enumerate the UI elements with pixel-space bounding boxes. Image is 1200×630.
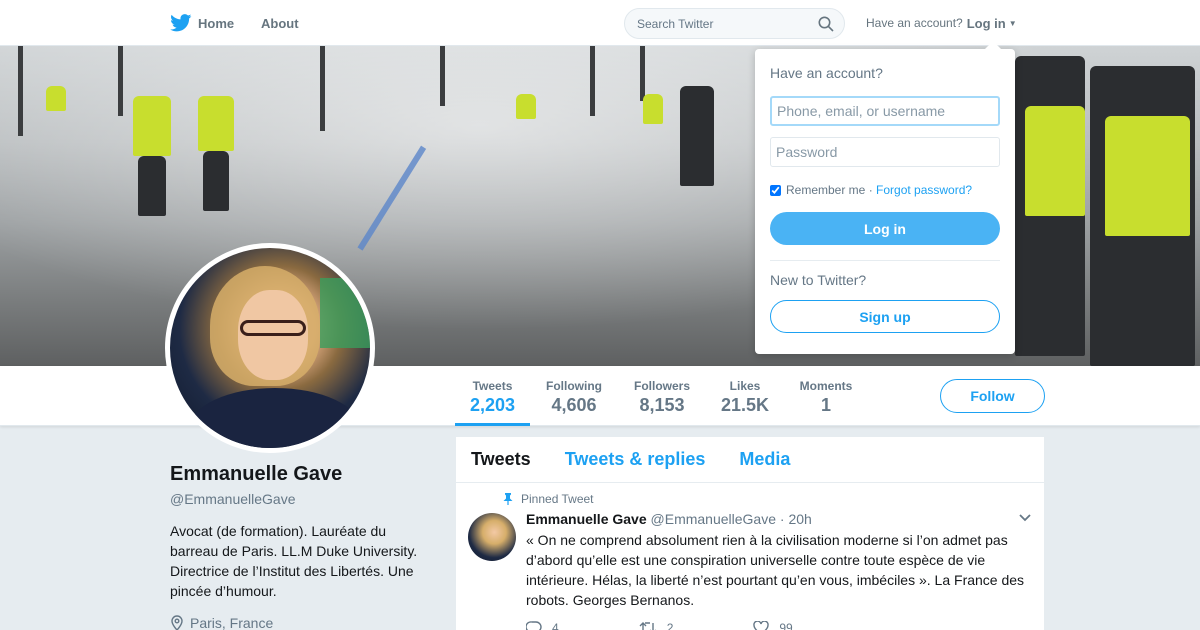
pinned-label: Pinned Tweet (521, 492, 594, 506)
tweet-avatar[interactable] (468, 513, 516, 561)
like-action[interactable]: 99 (753, 621, 832, 630)
signup-button[interactable]: Sign up (770, 300, 1000, 333)
profile-location: Paris, France (170, 615, 273, 630)
remember-label[interactable]: Remember me (786, 183, 865, 197)
stat-label: Likes (729, 379, 761, 393)
search-box[interactable] (624, 8, 845, 39)
dropdown-title: Have an account? (770, 65, 883, 81)
pinned-indicator: Pinned Tweet (503, 492, 594, 506)
stat-value: 21.5K (720, 395, 770, 415)
tweet-time[interactable]: · 20h (780, 511, 812, 527)
profile-name[interactable]: Emmanuelle Gave (170, 463, 342, 486)
stat-tweets[interactable]: Tweets 2,203 (455, 366, 530, 426)
stat-label: Following (546, 379, 602, 393)
retweet-icon (639, 622, 656, 630)
login-button[interactable]: Log in (770, 212, 1000, 245)
nav-about[interactable]: About (261, 0, 299, 46)
reply-action[interactable]: 4 (526, 621, 599, 630)
tweet[interactable]: Pinned Tweet Emmanuelle Gave @Emmanuelle… (456, 483, 1044, 630)
stat-followers[interactable]: Followers 8,153 (626, 366, 698, 426)
new-to-twitter-label: New to Twitter? (770, 272, 867, 288)
stat-likes[interactable]: Likes 21.5K (712, 366, 778, 426)
caret-down-icon[interactable]: ▼ (1009, 19, 1017, 28)
twitter-bird-icon (170, 14, 192, 32)
follow-button[interactable]: Follow (940, 379, 1045, 413)
divider (770, 260, 1000, 261)
tab-tweets-replies[interactable]: Tweets & replies (565, 449, 706, 470)
timeline-tabs: Tweets Tweets & replies Media (456, 437, 1044, 483)
reply-icon (526, 621, 542, 630)
search-input[interactable] (637, 16, 807, 31)
stat-label: Moments (799, 379, 853, 393)
forgot-password-link[interactable]: Forgot password? (876, 183, 972, 197)
account-menu[interactable]: Have an account? Log in ▼ (866, 0, 1017, 46)
login-link[interactable]: Log in (967, 16, 1006, 31)
location-pin-icon (171, 615, 183, 630)
reply-count: 4 (552, 621, 559, 630)
stat-value: 2,203 (469, 395, 516, 415)
separator-dot: · (865, 183, 877, 197)
remember-row: Remember me · Forgot password? (770, 183, 972, 197)
account-prompt: Have an account? (866, 16, 963, 30)
stat-label: Followers (633, 379, 690, 393)
tab-media[interactable]: Media (739, 449, 790, 470)
chevron-down-icon[interactable] (1018, 513, 1032, 523)
tweet-header: Emmanuelle Gave @EmmanuelleGave · 20h (526, 511, 812, 527)
nav-home[interactable]: Home (170, 0, 234, 46)
nav-home-label: Home (198, 15, 235, 31)
retweet-action[interactable]: 2 (639, 621, 714, 630)
like-count: 99 (779, 621, 793, 630)
username-field[interactable] (770, 96, 1000, 126)
stat-value: 4,606 (551, 395, 597, 415)
stat-label: Tweets (472, 379, 513, 393)
heart-icon (753, 621, 770, 630)
profile-bio: Avocat (de formation). Lauréate du barre… (170, 523, 418, 599)
profile-avatar[interactable] (165, 243, 375, 453)
tweet-text: « On ne comprend absolument rien à la ci… (526, 532, 1025, 608)
stat-moments[interactable]: Moments 1 (795, 366, 857, 426)
pin-icon (503, 493, 513, 505)
stat-value: 8,153 (639, 395, 685, 415)
location-label: Paris, France (190, 615, 274, 630)
login-dropdown: Have an account? Remember me · Forgot pa… (755, 41, 1015, 354)
profile-handle[interactable]: @EmmanuelleGave (170, 491, 296, 507)
tab-tweets[interactable]: Tweets (471, 449, 531, 470)
stat-value: 1 (820, 395, 831, 415)
top-nav: Home About Have an account? Log in ▼ (0, 0, 1200, 46)
timeline: Tweets Tweets & replies Media Pinned Twe… (456, 437, 1044, 630)
search-icon[interactable] (818, 16, 834, 32)
tweet-actions: 4 2 99 (526, 621, 873, 630)
tweet-handle[interactable]: @EmmanuelleGave (651, 511, 777, 527)
tweet-author[interactable]: Emmanuelle Gave (526, 511, 647, 527)
remember-checkbox[interactable] (770, 184, 781, 196)
password-field[interactable] (770, 137, 1000, 167)
retweet-count: 2 (666, 621, 674, 630)
stat-following[interactable]: Following 4,606 (538, 366, 610, 426)
